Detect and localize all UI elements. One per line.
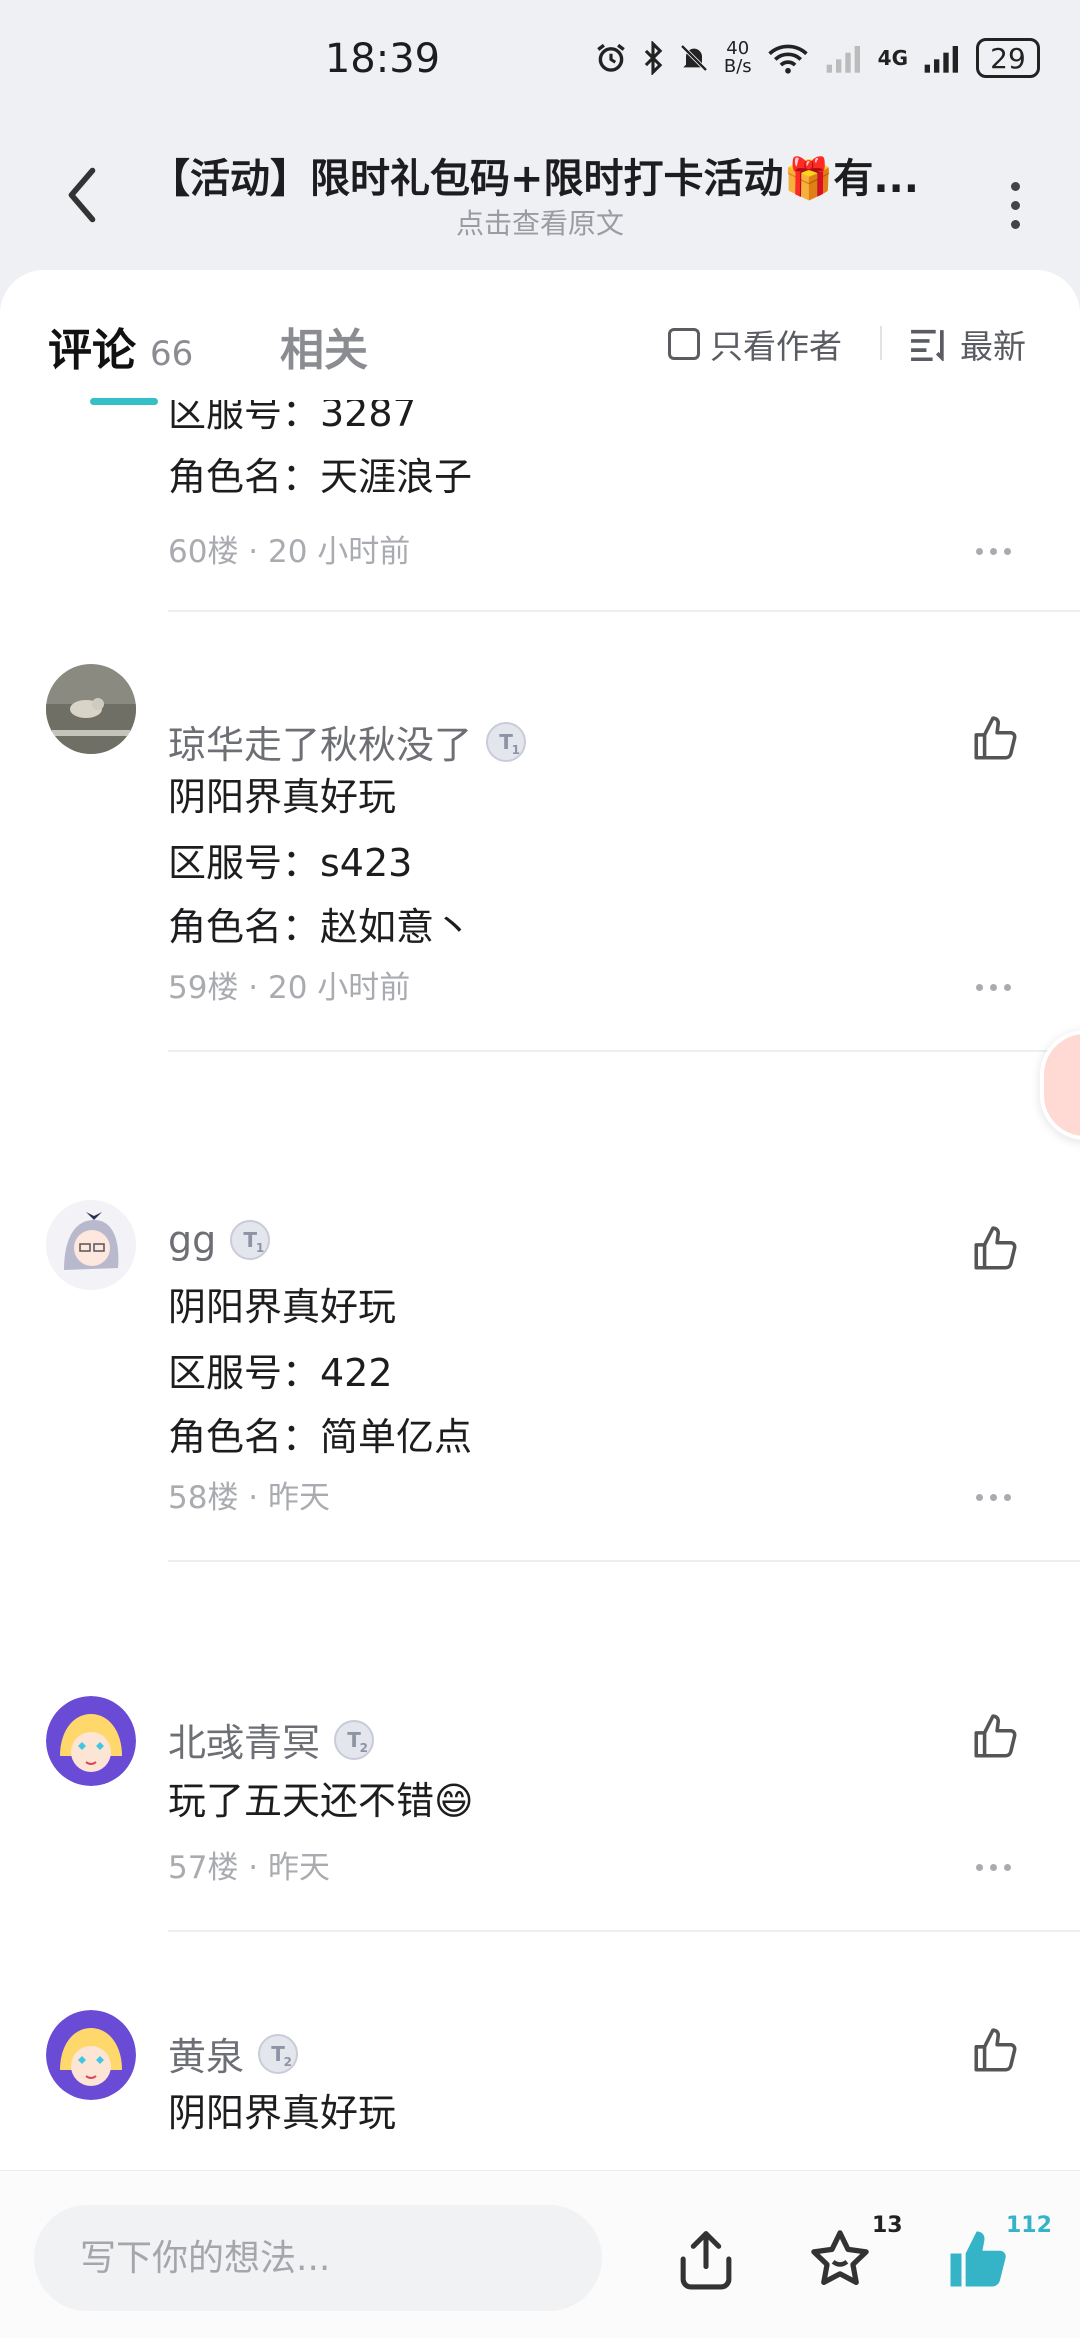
- author-only-label: 只看作者: [710, 327, 842, 366]
- share-icon: [680, 2231, 732, 2290]
- comment-divider: [168, 1930, 1080, 1932]
- comment-username[interactable]: 琼华走了秋秋没了 T1: [168, 714, 527, 769]
- share-button[interactable]: [666, 2219, 746, 2299]
- like-count: 112: [1006, 2213, 1052, 2238]
- tab-comments[interactable]: 评论 66: [48, 314, 193, 378]
- comment-tabs: 评论 66 相关 只看作者 最新: [0, 270, 1080, 400]
- mute-bell-icon: [680, 44, 708, 72]
- comment-more-button[interactable]: [976, 1494, 1011, 1501]
- more-options-button[interactable]: [990, 170, 1040, 240]
- level-badge: T2: [258, 2033, 299, 2074]
- tab-comments-label: 评论: [48, 325, 136, 376]
- comment-more-button[interactable]: [976, 548, 1011, 555]
- status-icons: 40 B/s 4G 29: [594, 38, 1040, 78]
- signal-icon: [924, 46, 958, 73]
- level-badge: T1: [486, 721, 527, 762]
- comment-meta: 60楼 · 20 小时前: [168, 534, 411, 570]
- comment-input[interactable]: [34, 2205, 602, 2311]
- comment-line: 玩了五天还不错😄: [168, 1779, 474, 1823]
- comment-line: 阴阳界真好玩: [168, 2091, 397, 2135]
- post-header: 【活动】限时礼包码+限时打卡活动🎁有... 点击查看原文: [0, 120, 1080, 270]
- star-icon: [811, 2230, 869, 2285]
- tab-indicator: [90, 398, 158, 405]
- comment-line: 角色名：天涯浪子: [168, 455, 473, 499]
- comment-line: 区服号：422: [168, 1351, 393, 1395]
- net-speed: 40 B/s: [723, 38, 752, 77]
- comment-divider: [168, 1560, 1080, 1562]
- comment-line: 阴阳界真好玩: [168, 775, 397, 819]
- comment-item: 黄泉 T2 阴阳界真好玩: [0, 2010, 1080, 2170]
- comment-item: 琼华走了秋秋没了 T1 阴阳界真好玩 区服号：s423 角色名：赵如意丶 59楼…: [0, 664, 1080, 1190]
- bluetooth-icon: [644, 41, 663, 75]
- status-bar: 18:39 40 B/s 4G 29: [0, 0, 1080, 120]
- comment-more-button[interactable]: [976, 984, 1011, 991]
- level-badge: T1: [230, 1220, 271, 1260]
- comment-divider: [168, 1050, 1080, 1052]
- comment-more-button[interactable]: [976, 1864, 1011, 1871]
- comment-username[interactable]: gg T1: [168, 1218, 271, 1262]
- thumbs-up-filled-icon: [950, 2231, 1006, 2287]
- like-icon[interactable]: [970, 1224, 1020, 1274]
- comment-line: 角色名：赵如意丶: [168, 905, 473, 949]
- post-title[interactable]: 【活动】限时礼包码+限时打卡活动🎁有...: [150, 146, 930, 204]
- comment-divider: [168, 610, 1080, 612]
- comment-username[interactable]: 北彧青冥 T2: [168, 1712, 375, 1767]
- avatar[interactable]: [46, 1696, 136, 1786]
- favorite-count: 13: [872, 2213, 903, 2238]
- bottom-action-bar: 13 112: [0, 2170, 1080, 2338]
- comment-meta: 58楼 · 昨天: [168, 1480, 331, 1516]
- comment-meta: 59楼 · 20 小时前: [168, 970, 411, 1006]
- sort-button[interactable]: 最新: [908, 320, 1026, 368]
- avatar[interactable]: [46, 2010, 136, 2100]
- comment-line: 区服号：s423: [168, 841, 413, 885]
- sort-icon: [911, 329, 944, 361]
- view-original-link[interactable]: 点击查看原文: [0, 202, 1080, 242]
- tab-divider: [880, 326, 882, 360]
- comment-item: 北彧青冥 T2 玩了五天还不错😄 57楼 · 昨天: [0, 1696, 1080, 2010]
- favorite-button[interactable]: [800, 2219, 880, 2299]
- comment-meta: 57楼 · 昨天: [168, 1850, 331, 1886]
- comment-item: gg T1 阴阳界真好玩 区服号：422 角色名：简单亿点 58楼 · 昨天: [0, 1190, 1080, 1700]
- author-only-toggle[interactable]: 只看作者: [668, 320, 842, 368]
- tab-comments-count: 66: [150, 334, 194, 374]
- tab-related[interactable]: 相关: [280, 314, 368, 378]
- battery-indicator: 29: [976, 38, 1040, 78]
- like-icon[interactable]: [970, 714, 1020, 764]
- alarm-icon: [597, 43, 625, 72]
- avatar[interactable]: [46, 664, 136, 754]
- author-only-checkbox[interactable]: [668, 328, 700, 360]
- comment-line: 阴阳界真好玩: [168, 1285, 397, 1329]
- like-icon[interactable]: [970, 2026, 1020, 2076]
- comments-panel: 评论 66 相关 只看作者 最新 区服号：3287 角色名：天涯浪子 60楼 ·…: [0, 270, 1080, 2170]
- comment-username[interactable]: 黄泉 T2: [168, 2026, 299, 2081]
- wifi-icon: [767, 44, 808, 74]
- avatar[interactable]: [46, 1200, 136, 1290]
- sort-label: 最新: [960, 327, 1026, 366]
- comment-line: 角色名：简单亿点: [168, 1415, 473, 1459]
- network-type: 4G: [877, 46, 908, 70]
- level-badge: T2: [334, 1719, 375, 1760]
- like-icon[interactable]: [970, 1712, 1020, 1762]
- signal-weak-icon: [826, 46, 860, 73]
